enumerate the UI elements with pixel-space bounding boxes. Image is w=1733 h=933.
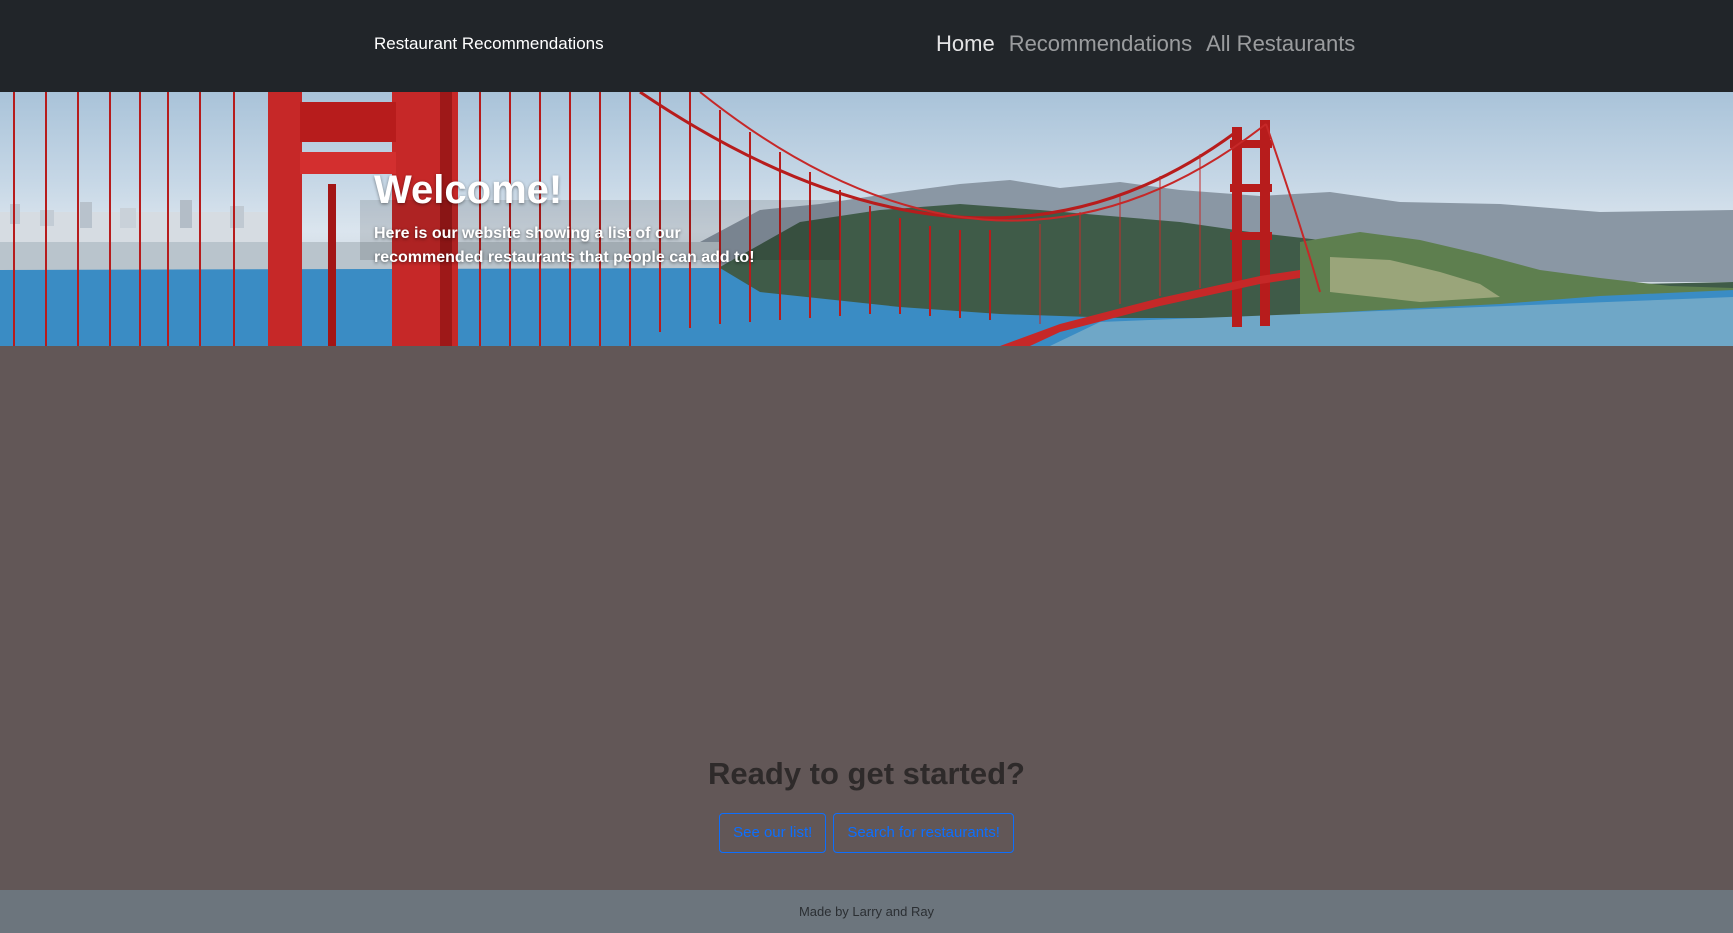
nav-link-recommendations[interactable]: Recommendations <box>1009 31 1192 57</box>
hero-title: Welcome! <box>374 168 563 212</box>
search-restaurants-button[interactable]: Search for restaurants! <box>833 813 1014 853</box>
hero-banner: Welcome! Here is our website showing a l… <box>0 92 1733 346</box>
cta-buttons: See our list! Search for restaurants! <box>0 813 1733 853</box>
see-our-list-button[interactable]: See our list! <box>719 813 827 853</box>
footer: Made by Larry and Ray <box>0 890 1733 933</box>
golden-gate-bridge-image <box>0 92 1733 346</box>
footer-text: Made by Larry and Ray <box>798 904 935 919</box>
brand-link[interactable]: Restaurant Recommendations <box>374 34 604 54</box>
nav-link-all-restaurants[interactable]: All Restaurants <box>1206 31 1355 57</box>
nav-link-home[interactable]: Home <box>936 31 995 57</box>
nav-links: Home Recommendations All Restaurants <box>936 31 1355 57</box>
cta-title: Ready to get started? <box>708 756 1025 791</box>
navbar: Restaurant Recommendations Home Recommen… <box>0 0 1733 92</box>
hero-lead-text: Here is our website showing a list of ou… <box>374 225 755 266</box>
